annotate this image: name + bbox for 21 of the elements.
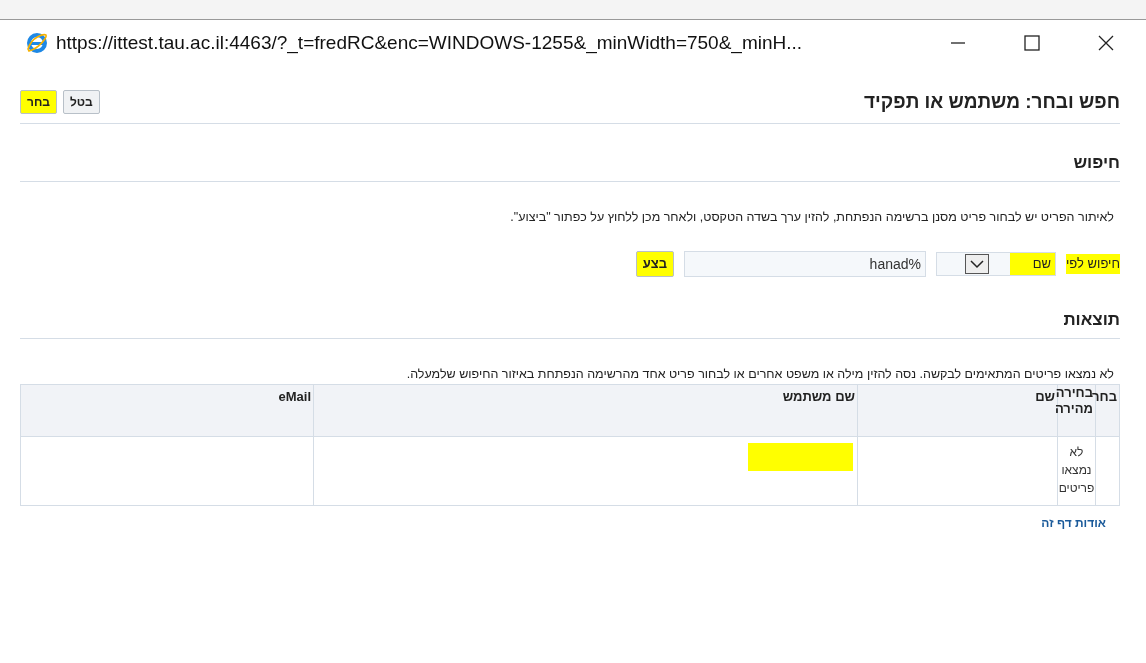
- action-button[interactable]: בחר: [20, 90, 57, 115]
- search-by-label: חיפוש לפי: [1066, 255, 1120, 273]
- about-page-link[interactable]: אודות דף זה: [1041, 516, 1106, 530]
- chevron-down-icon[interactable]: [965, 253, 989, 274]
- action-button[interactable]: בטל: [63, 90, 100, 115]
- column-header: שם: [857, 385, 1057, 436]
- go-button[interactable]: בצע: [635, 250, 674, 277]
- column-header: שם משתמש: [313, 385, 857, 436]
- section-heading: חיפוש: [1073, 152, 1120, 172]
- page-title: חפש ובחר: משתמש או תפקיד: [864, 90, 1120, 114]
- table-cell: לא נמצאו פריטים: [1057, 437, 1095, 505]
- maximize-icon[interactable]: [1024, 35, 1040, 51]
- column-header: eMail: [277, 388, 312, 406]
- section-heading: תוצאות: [1063, 309, 1120, 329]
- close-icon[interactable]: [1098, 35, 1114, 51]
- no-results-message: לא נמצאו פריטים המתאימים לבקשה. נסה להזין מילה או משפט אחרים או לבחור פריט אחד מהרשימה הנפתחת באיזור החיפוש שלמעלה.: [405, 366, 1114, 384]
- instructions-text: לאיתור הפריט יש לבחור פריט מסנן ברשימה הנפתחת, להזין ערך בשדה הטקסט, ולאחר מכן ללחוץ על כפתור "ביצוע".: [509, 209, 1114, 226]
- search-field[interactable]: hanad%: [684, 250, 926, 277]
- browser-logo-icon: [26, 32, 48, 54]
- window-url: https://ittest.tau.ac.il:4463/?_t=fredRC&enc=WINDOWS-1255&_minWidth=750&_minH...: [56, 30, 803, 56]
- search-by-dropdown[interactable]: שם: [936, 251, 1056, 276]
